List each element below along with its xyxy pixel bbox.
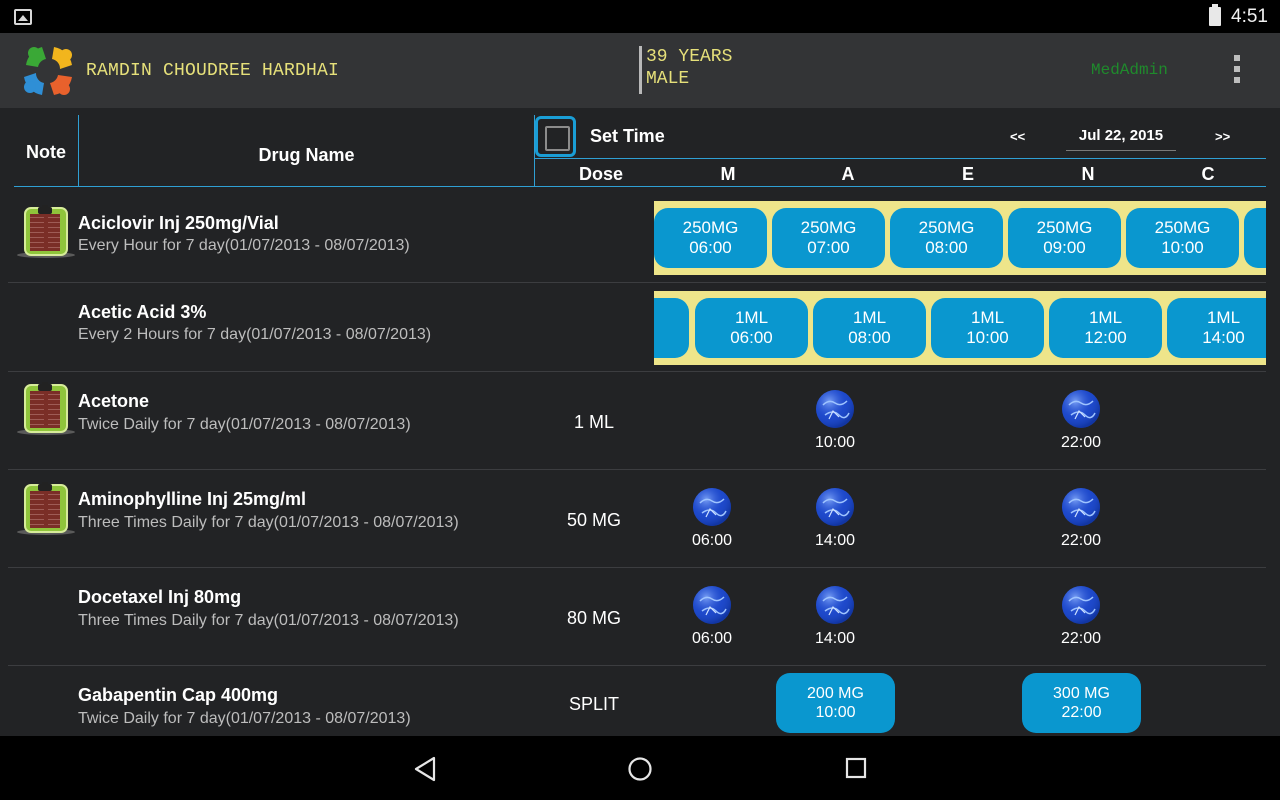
previous-date-button[interactable]: << (1010, 129, 1025, 144)
home-icon[interactable] (627, 756, 653, 782)
dose-time: 14:00 (814, 532, 856, 549)
dose-amount: 80 MG (566, 608, 622, 628)
dose-time: 10:00 (814, 434, 856, 451)
dose-globe-icon[interactable] (815, 585, 855, 625)
drug-name: Acetone (78, 391, 150, 411)
note-column-header: Note (26, 142, 66, 162)
drug-name: Aciclovir Inj 250mg/Vial (78, 213, 279, 233)
hourly-dose-strip[interactable]: 1ML 06:00 1ML 08:00 1ML 10:00 1ML 12:00 1ML 1… (654, 291, 1266, 365)
overflow-menu-icon[interactable] (1232, 55, 1242, 87)
evening-column-header: E (961, 164, 974, 184)
medication-row[interactable]: Gabapentin Cap 400mg Twice Daily for 7 d… (0, 666, 1280, 736)
dose-slot[interactable]: 1ML 08:00 (813, 298, 926, 358)
patient-age: 39 YEARS (646, 47, 733, 67)
dose-time: 22:00 (1060, 630, 1102, 647)
status-clock: 4:51 (1231, 6, 1268, 27)
patient-name: RAMDIN CHOUDREE HARDHAI (86, 61, 340, 81)
system-navigation-bar (0, 736, 1280, 800)
dose-slot[interactable]: 1ML 06:00 (695, 298, 808, 358)
dose-slot[interactable]: 1ML 12:00 (1049, 298, 1162, 358)
dose-globe-icon[interactable] (1061, 389, 1101, 429)
medication-row[interactable]: Docetaxel Inj 80mg Three Times Daily for… (0, 568, 1280, 665)
dose-column-header: Dose (578, 164, 623, 184)
date-selector[interactable]: Jul 22, 2015 (1066, 127, 1176, 151)
night-column-header: N (1081, 164, 1095, 184)
medication-row[interactable]: Acetone Twice Daily for 7 day(01/07/2013… (0, 372, 1280, 469)
set-time-checkbox[interactable] (535, 116, 576, 157)
drug-frequency: Twice Daily for 7 day(01/07/2013 - 08/07… (78, 710, 411, 727)
drug-name: Gabapentin Cap 400mg (78, 685, 279, 705)
back-icon[interactable] (413, 756, 437, 782)
dose-slot[interactable]: 1ML 10:00 (931, 298, 1044, 358)
dose-slot-partial[interactable] (654, 298, 689, 358)
dose-globe-icon[interactable] (692, 487, 732, 527)
clipboard-note-icon[interactable] (16, 482, 76, 536)
drug-name: Docetaxel Inj 80mg (78, 587, 242, 607)
dose-globe-icon[interactable] (692, 585, 732, 625)
drug-name-column-header: Drug Name (258, 145, 355, 165)
header-divider (534, 158, 1266, 159)
drug-frequency: Every 2 Hours for 7 day(01/07/2013 - 08/… (78, 326, 432, 343)
battery-icon (1209, 4, 1221, 26)
dose-slot[interactable]: 1ML 14:00 (1167, 298, 1266, 358)
image-notification-icon (14, 9, 32, 25)
recents-icon[interactable] (845, 757, 867, 779)
dose-time: 06:00 (691, 532, 733, 549)
medication-row[interactable]: Acetic Acid 3% Every 2 Hours for 7 day(0… (0, 283, 1280, 371)
dose-amount: 1 ML (573, 412, 615, 432)
status-bar: 4:51 (0, 0, 1280, 33)
medication-row[interactable]: Aminophylline Inj 25mg/ml Three Times Da… (0, 470, 1280, 567)
dose-globe-icon[interactable] (1061, 585, 1101, 625)
dose-globe-icon[interactable] (815, 487, 855, 527)
next-date-button[interactable]: >> (1215, 129, 1230, 144)
user-label: MedAdmin (1091, 61, 1168, 79)
dose-amount: SPLIT (568, 694, 620, 714)
dose-amount: 50 MG (566, 510, 622, 530)
drug-frequency: Twice Daily for 7 day(01/07/2013 - 08/07… (78, 416, 411, 433)
medication-row[interactable]: Aciclovir Inj 250mg/Vial Every Hour for … (0, 187, 1280, 282)
dose-globe-icon[interactable] (1061, 487, 1101, 527)
hourly-dose-strip[interactable]: 250MG 06:00 250MG 07:00 250MG 08:00 250MG 09… (654, 201, 1266, 275)
patient-demographics: 39 YEARS MALE (639, 46, 732, 94)
drug-frequency: Three Times Daily for 7 day(01/07/2013 -… (78, 612, 459, 629)
app-logo-icon (24, 47, 72, 95)
dose-time: 06:00 (691, 630, 733, 647)
drug-frequency: Every Hour for 7 day(01/07/2013 - 08/07/… (78, 237, 410, 254)
dose-slot[interactable]: 250MG 09:00 (1008, 208, 1121, 268)
dose-time: 14:00 (814, 630, 856, 647)
drug-name: Acetic Acid 3% (78, 302, 207, 322)
dose-slot-partial[interactable] (1244, 208, 1266, 268)
dose-time: 22:00 (1060, 434, 1102, 451)
dose-globe-icon[interactable] (815, 389, 855, 429)
set-time-label: Set Time (590, 126, 665, 146)
custom-column-header: C (1201, 164, 1215, 184)
drug-name: Aminophylline Inj 25mg/ml (78, 489, 307, 509)
dose-slot[interactable]: 250MG 10:00 (1126, 208, 1239, 268)
clipboard-note-icon[interactable] (16, 382, 76, 436)
app-header: RAMDIN CHOUDREE HARDHAI 39 YEARS MALE Me… (0, 33, 1280, 108)
dose-slot[interactable]: 250MG 07:00 (772, 208, 885, 268)
dose-time: 22:00 (1060, 532, 1102, 549)
split-dose-slot[interactable]: 300 MG 22:00 (1022, 673, 1141, 733)
split-dose-slot[interactable]: 200 MG 10:00 (776, 673, 895, 733)
clipboard-note-icon[interactable] (16, 205, 76, 259)
dose-slot[interactable]: 250MG 06:00 (654, 208, 767, 268)
afternoon-column-header: A (841, 164, 855, 184)
dose-slot[interactable]: 250MG 08:00 (890, 208, 1003, 268)
drug-frequency: Three Times Daily for 7 day(01/07/2013 -… (78, 514, 459, 531)
morning-column-header: M (720, 164, 736, 184)
patient-sex: MALE (646, 69, 690, 89)
